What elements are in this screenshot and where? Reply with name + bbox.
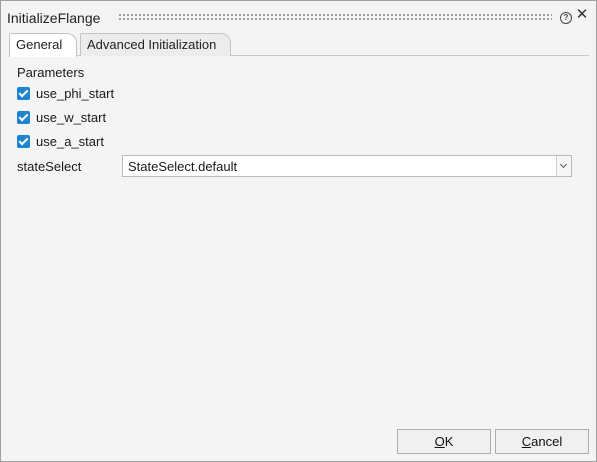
ok-access-key: O	[434, 434, 445, 449]
use-w-start-checkbox[interactable]	[17, 110, 30, 124]
use-phi-start-label: use_phi_start	[36, 85, 115, 101]
ok-button[interactable]: OK	[397, 429, 491, 454]
use-w-start-label: use_w_start	[36, 109, 107, 125]
dialog-title: InitializeFlange	[7, 10, 101, 26]
parameters-heading: Parameters	[17, 65, 85, 80]
close-icon[interactable]: ✕	[575, 7, 589, 22]
chevron-down-icon[interactable]	[556, 156, 571, 176]
tab-bar: General Advanced Initialization	[9, 33, 589, 57]
state-select-label: stateSelect	[17, 159, 82, 174]
use-a-start-row[interactable]: use_a_start	[17, 133, 104, 149]
title-bar[interactable]: InitializeFlange ? ✕	[1, 1, 596, 31]
cancel-button[interactable]: Cancel	[495, 429, 589, 454]
use-phi-start-checkbox[interactable]	[17, 86, 30, 100]
dialog-window: InitializeFlange ? ✕ General Advanced In…	[0, 0, 597, 462]
cancel-label-rest: ancel	[531, 434, 563, 449]
cancel-access-key: C	[521, 434, 532, 449]
use-w-start-row[interactable]: use_w_start	[17, 109, 106, 125]
tab-advanced-initialization[interactable]: Advanced Initialization	[80, 33, 231, 56]
state-select-dropdown[interactable]: StateSelect.default	[122, 155, 572, 177]
use-a-start-label: use_a_start	[36, 133, 104, 149]
drag-grip[interactable]	[118, 13, 552, 21]
tab-general[interactable]: General	[9, 33, 77, 57]
use-phi-start-row[interactable]: use_phi_start	[17, 85, 114, 101]
ok-label-rest: K	[444, 434, 454, 449]
state-select-value: StateSelect.default	[128, 159, 238, 174]
use-a-start-checkbox[interactable]	[17, 134, 30, 148]
question-circle-icon[interactable]: ?	[560, 12, 572, 24]
